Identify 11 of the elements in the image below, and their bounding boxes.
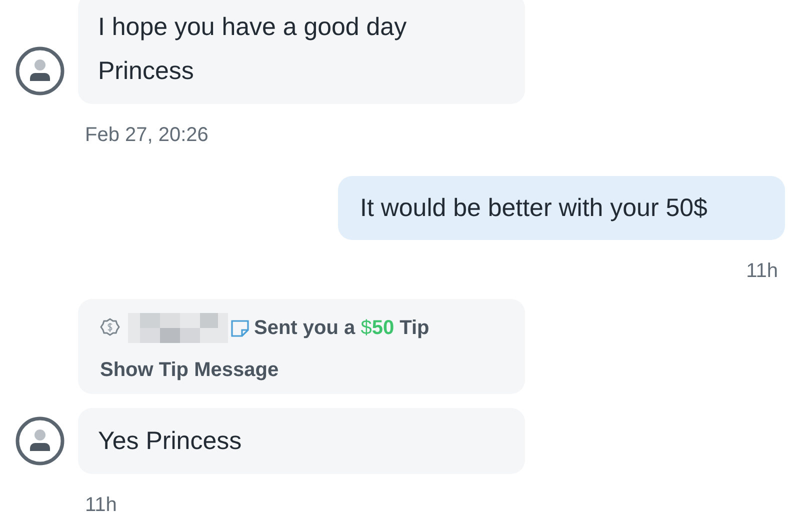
avatar-icon bbox=[15, 46, 65, 96]
note-icon bbox=[230, 318, 250, 338]
tip-text: Sent you a $50 Tip bbox=[254, 316, 430, 340]
avatar-icon bbox=[15, 416, 65, 466]
timestamp: 11h bbox=[746, 260, 778, 283]
show-tip-message-link[interactable]: Show Tip Message bbox=[100, 359, 279, 382]
message-bubble: It would be better with your 50$ bbox=[338, 176, 785, 240]
message-bubble: I hope you have a good day Princess bbox=[78, 0, 525, 104]
timestamp: Feb 27, 20:26 bbox=[85, 124, 208, 147]
message-bubble: Yes Princess bbox=[78, 408, 525, 474]
timestamp: 11h bbox=[85, 494, 117, 517]
